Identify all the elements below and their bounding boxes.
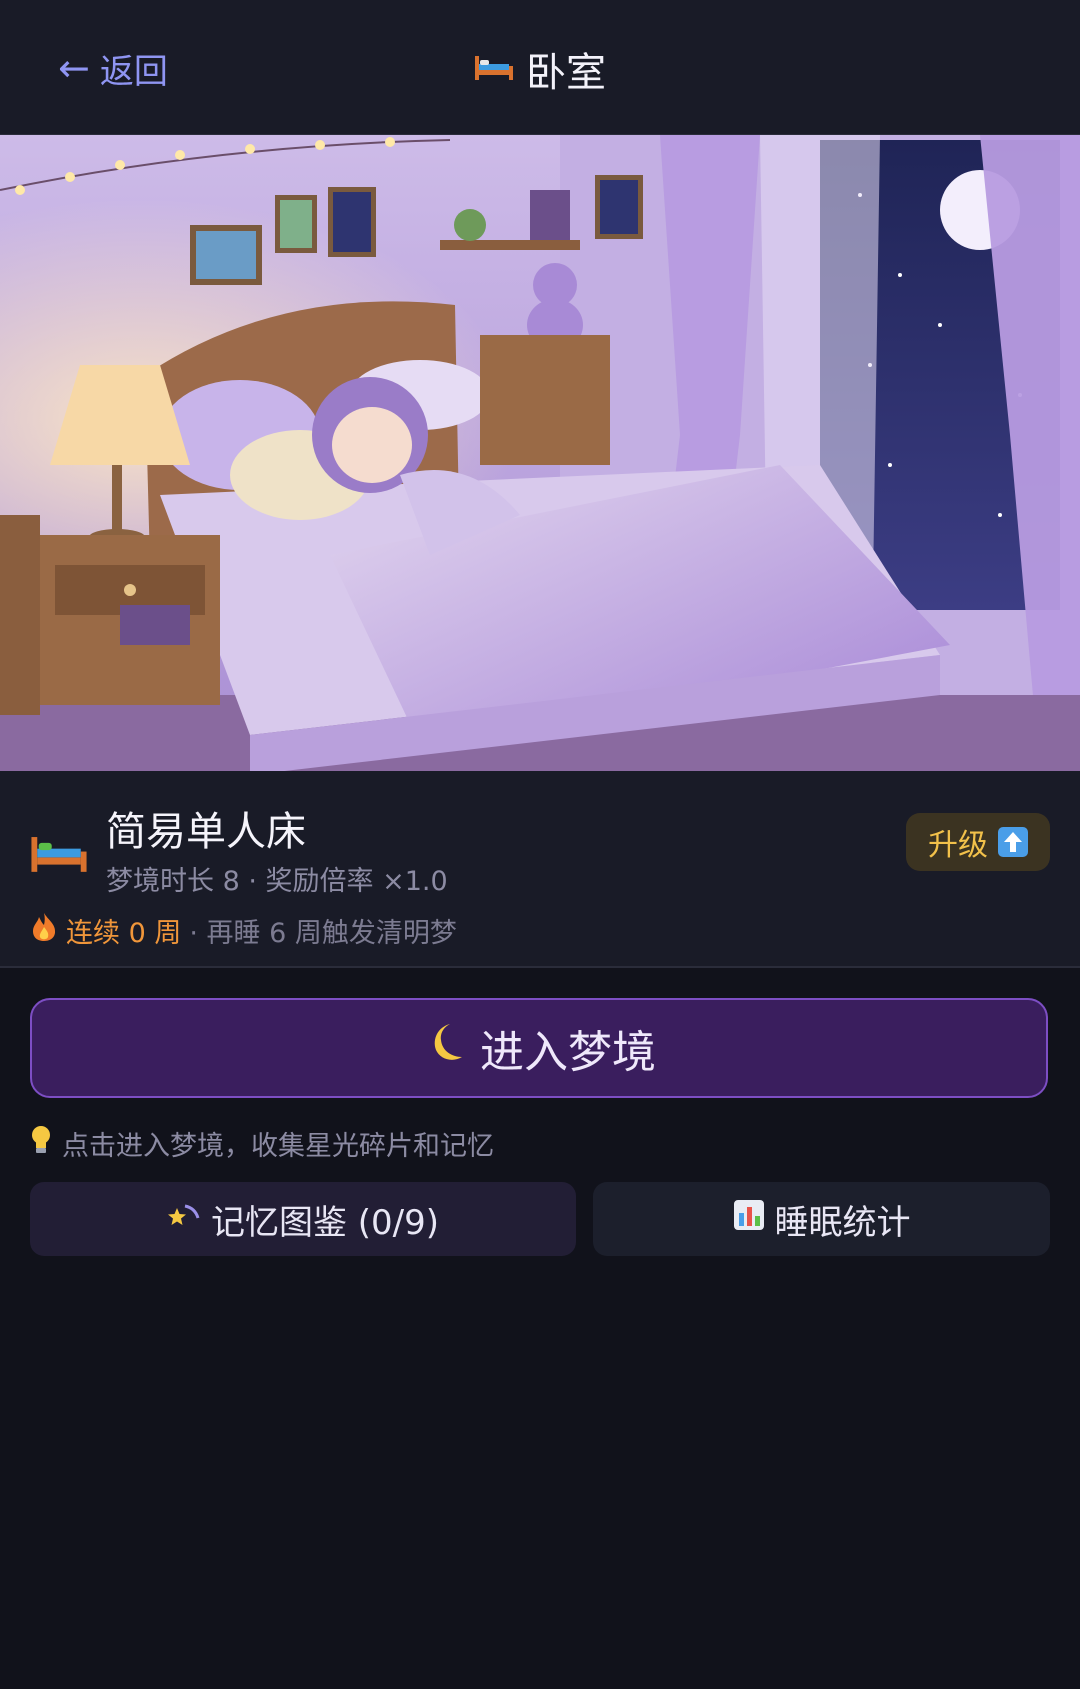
bed-name: 简易单人床	[106, 809, 306, 855]
tip-text: 点击进入梦境，收集星光碎片和记忆	[30, 1124, 494, 1163]
page-title-text: 卧室	[526, 50, 606, 96]
sleep-stats-label: 睡眠统计	[774, 1202, 911, 1243]
sleep-stats-button[interactable]: 睡眠统计	[593, 1182, 1050, 1256]
page-title: 卧室	[0, 40, 1080, 98]
streak-hint: · 再睡 6 周触发清明梦	[189, 918, 457, 949]
upgrade-label: 升级	[928, 828, 988, 863]
streak-label: 连续 0 周	[66, 918, 182, 949]
fire-icon	[30, 912, 58, 949]
shooting-star-icon	[167, 1199, 201, 1239]
upgrade-button[interactable]: 升级	[906, 813, 1050, 871]
memory-collection-button[interactable]: 记忆图鉴 (0/9)	[30, 1182, 576, 1256]
bed-icon	[474, 46, 514, 92]
enter-dream-label: 进入梦境	[480, 1027, 656, 1078]
bar-chart-icon	[733, 1199, 765, 1240]
bed-info-card: 简易单人床 梦境时长 8 · 奖励倍率 ×1.0 连续 0 周 · 再睡 6 周…	[0, 771, 1080, 968]
bed-stats: 梦境时长 8 · 奖励倍率 ×1.0	[106, 866, 448, 897]
bed-icon	[30, 831, 88, 879]
up-arrow-icon	[998, 827, 1028, 857]
bedroom-illustration	[0, 135, 1080, 771]
moon-icon	[422, 1021, 466, 1076]
memory-collection-label: 记忆图鉴 (0/9)	[210, 1202, 440, 1243]
lightbulb-icon	[30, 1125, 52, 1162]
enter-dream-button[interactable]: 进入梦境	[30, 998, 1048, 1098]
top-bar: ← 返回 卧室	[0, 0, 1080, 136]
streak-row: 连续 0 周 · 再睡 6 周触发清明梦	[30, 911, 457, 950]
tip-label: 点击进入梦境，收集星光碎片和记忆	[62, 1131, 494, 1162]
